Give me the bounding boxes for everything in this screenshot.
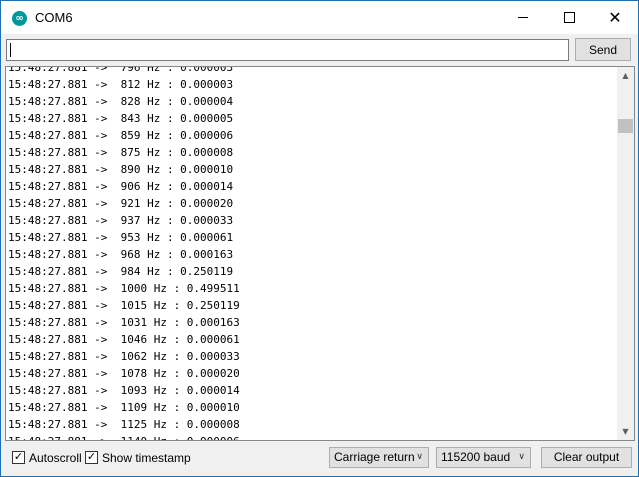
scroll-down-icon[interactable]: ▼ <box>617 423 634 440</box>
timestamp-label[interactable]: Show timestamp <box>102 451 191 465</box>
output-line: 15:48:27.881 -> 828 Hz : 0.000004 <box>8 95 234 108</box>
output-line: 15:48:27.881 -> 1062 Hz : 0.000033 <box>8 350 240 363</box>
autoscroll-checkbox[interactable]: ✓ <box>12 450 25 464</box>
maximize-button[interactable] <box>546 1 592 34</box>
autoscroll-label[interactable]: Autoscroll <box>29 451 82 465</box>
window-title: COM6 <box>35 10 73 25</box>
minimize-icon <box>518 17 528 18</box>
minimize-button[interactable] <box>500 1 546 34</box>
serial-input[interactable] <box>6 39 569 61</box>
output-line: 15:48:27.881 -> 1000 Hz : 0.499511 <box>8 282 240 295</box>
output-line: 15:48:27.881 -> 843 Hz : 0.000005 <box>8 112 234 125</box>
scroll-thumb[interactable] <box>618 119 633 133</box>
output-line: 15:48:27.881 -> 1046 Hz : 0.000061 <box>8 333 240 346</box>
timestamp-checkbox[interactable]: ✓ <box>85 450 98 464</box>
title-bar[interactable]: ∞ COM6 ✕ <box>1 1 638 34</box>
chevron-down-icon: ∨ <box>416 452 423 462</box>
text-caret <box>10 43 11 57</box>
output-line: 15:48:27.881 -> 1093 Hz : 0.000014 <box>8 384 240 397</box>
output-line: 15:48:27.881 -> 890 Hz : 0.000010 <box>8 163 234 176</box>
output-line: 15:48:27.881 -> 921 Hz : 0.000020 <box>8 197 234 210</box>
arduino-icon: ∞ <box>12 11 27 26</box>
maximize-icon <box>563 12 575 23</box>
output-line: 15:48:27.881 -> 1125 Hz : 0.000008 <box>8 418 240 431</box>
output-line: 15:48:27.881 -> 906 Hz : 0.000014 <box>8 180 234 193</box>
output-line: 15:48:27.881 -> 859 Hz : 0.000006 <box>8 129 234 142</box>
scroll-up-icon[interactable]: ▲ <box>617 67 634 84</box>
baud-select[interactable]: 115200 baud ∨ <box>436 447 531 468</box>
output-line: 15:48:27.881 -> 968 Hz : 0.000163 <box>8 248 234 261</box>
bottom-toolbar: ✓ Autoscroll ✓ Show timestamp Carriage r… <box>1 442 638 476</box>
serial-monitor-window: ∞ COM6 ✕ Send 15:48:27.881 -> 796 Hz : 0… <box>0 0 639 477</box>
vertical-scrollbar[interactable]: ▲ ▼ <box>617 67 634 440</box>
check-icon: ✓ <box>86 450 97 463</box>
chevron-down-icon: ∨ <box>518 452 525 462</box>
line-ending-value: Carriage return <box>334 450 415 464</box>
output-line: 15:48:27.881 -> 984 Hz : 0.250119 <box>8 265 234 278</box>
output-line: 15:48:27.881 -> 875 Hz : 0.000008 <box>8 146 234 159</box>
send-row: Send <box>1 34 638 66</box>
output-line: 15:48:27.881 -> 1109 Hz : 0.000010 <box>8 401 240 414</box>
close-icon: ✕ <box>608 7 622 27</box>
arduino-icon-glyph: ∞ <box>15 13 24 24</box>
output-line: 15:48:27.881 -> 937 Hz : 0.000033 <box>8 214 234 227</box>
output-line: 15:48:27.881 -> 1031 Hz : 0.000163 <box>8 316 240 329</box>
close-button[interactable]: ✕ <box>592 1 638 34</box>
clear-output-button[interactable]: Clear output <box>541 447 632 468</box>
line-ending-select[interactable]: Carriage return ∨ <box>329 447 429 468</box>
serial-output[interactable]: 15:48:27.881 -> 796 Hz : 0.000003 15:48:2… <box>5 66 635 441</box>
send-button[interactable]: Send <box>575 38 631 61</box>
check-icon: ✓ <box>13 450 24 463</box>
output-line: 15:48:27.881 -> 796 Hz : 0.000003 <box>8 66 234 74</box>
output-line: 15:48:27.881 -> 1078 Hz : 0.000020 <box>8 367 240 380</box>
baud-value: 115200 baud <box>441 450 511 464</box>
output-line: 15:48:27.881 -> 812 Hz : 0.000003 <box>8 78 234 91</box>
output-line: 15:48:27.881 -> 1015 Hz : 0.250119 <box>8 299 240 312</box>
output-line: 15:48:27.881 -> 953 Hz : 0.000061 <box>8 231 234 244</box>
output-line: 15:48:27.881 -> 1140 Hz : 0.000006 <box>8 433 618 440</box>
output-lines: 15:48:27.881 -> 796 Hz : 0.000003 15:48:2… <box>8 66 618 440</box>
